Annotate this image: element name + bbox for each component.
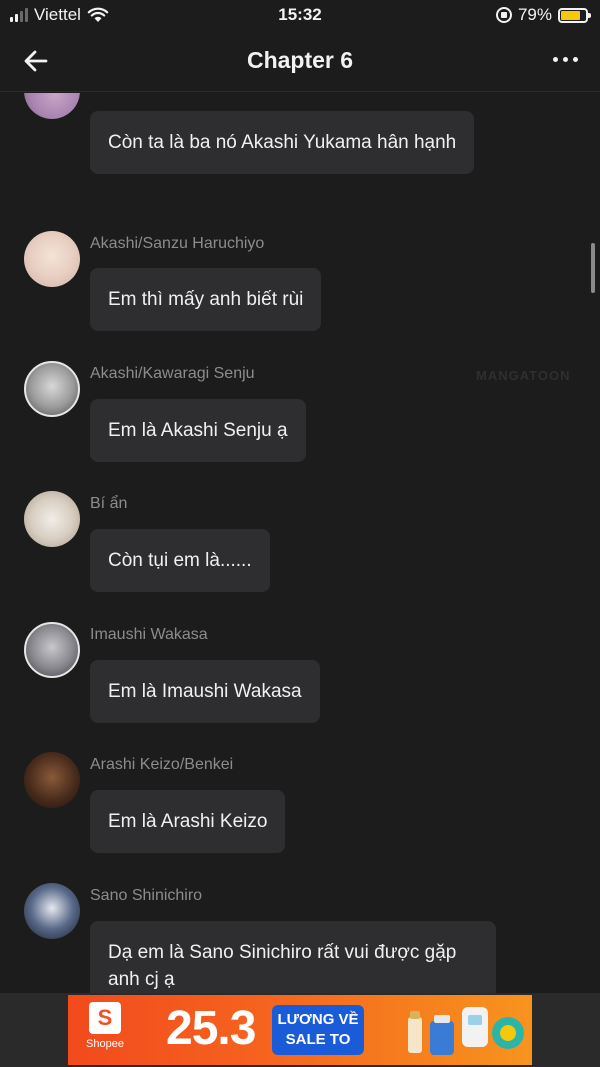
message-bubble[interactable]: Em là Imaushi Wakasa: [90, 660, 320, 723]
ad-container: S Shopee 25.3 LƯƠNG VỀ SALE TO: [0, 993, 600, 1067]
chat-content: Còn ta là ba nó Akashi Yukama hân hạnh A…: [0, 93, 600, 993]
avatar[interactable]: [24, 622, 80, 678]
scrollbar[interactable]: [591, 243, 595, 293]
battery-icon: [558, 7, 591, 23]
nav-bar: Chapter 6: [0, 32, 600, 92]
battery-percent: 79%: [517, 5, 552, 24]
sender-name: Arashi Keizo/Benkei: [90, 756, 234, 773]
status-bar: Viettel 15:32 79%: [0, 0, 600, 32]
shopee-logo: S Shopee: [82, 1002, 128, 1058]
ad-brand: Shopee: [86, 1038, 124, 1050]
sender-name: Akashi/Kawaragi Senju: [90, 365, 255, 382]
message-bubble[interactable]: Em là Akashi Senju ạ: [90, 399, 306, 462]
avatar[interactable]: [24, 93, 80, 119]
avatar[interactable]: [24, 491, 80, 547]
sender-name: Imaushi Wakasa: [90, 626, 208, 643]
sender-name: Sano Shinichiro: [90, 887, 203, 904]
message-bubble[interactable]: Còn ta là ba nó Akashi Yukama hân hạnh: [90, 111, 475, 174]
product-images: [408, 1007, 524, 1055]
avatar[interactable]: [24, 231, 80, 287]
ad-badge-line1: LƯƠNG VỀ: [277, 1011, 359, 1028]
sender-name: Akashi/Sanzu Haruchiyo: [90, 235, 265, 252]
avatar[interactable]: [24, 752, 80, 808]
ad-badge-line2: SALE TO: [285, 1031, 351, 1048]
orientation-lock-icon: [495, 7, 512, 23]
shopee-bag-icon: S: [89, 1002, 121, 1034]
message-bubble[interactable]: Em là Arashi Keizo: [90, 790, 286, 853]
avatar[interactable]: [24, 361, 80, 417]
status-right: 79%: [495, 5, 591, 25]
message-bubble[interactable]: Em thì mấy anh biết rùi: [90, 268, 322, 331]
page-title: Chapter 6: [246, 47, 354, 73]
message-bubble[interactable]: Còn tụi em là......: [90, 529, 270, 592]
ad-banner[interactable]: S Shopee 25.3 LƯƠNG VỀ SALE TO: [68, 995, 532, 1065]
sender-name: Bí ẩn: [90, 495, 128, 512]
ad-headline: 25.3: [166, 1002, 256, 1055]
ad-badge: LƯƠNG VỀ SALE TO: [272, 1005, 364, 1055]
avatar[interactable]: [24, 883, 80, 939]
watermark: MANGATOON: [476, 368, 571, 383]
more-horizontal-icon[interactable]: [553, 57, 578, 62]
battery-fill: [561, 10, 580, 20]
message-bubble[interactable]: Dạ em là Sano Sinichiro rất vui được gặp…: [90, 921, 496, 993]
